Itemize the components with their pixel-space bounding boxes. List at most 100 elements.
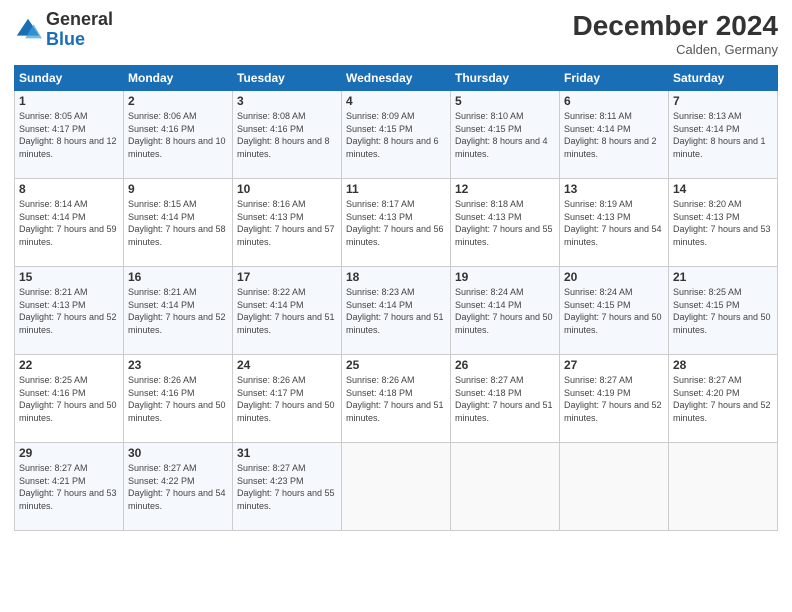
day-number: 5 [455,94,555,108]
logo-text: General Blue [46,10,113,50]
calendar-week-row: 29 Sunrise: 8:27 AMSunset: 4:21 PMDaylig… [15,443,778,531]
cell-info: Sunrise: 8:27 AMSunset: 4:20 PMDaylight:… [673,375,771,423]
day-number: 30 [128,446,228,460]
col-wednesday: Wednesday [342,66,451,91]
day-number: 25 [346,358,446,372]
day-number: 14 [673,182,773,196]
cell-info: Sunrise: 8:13 AMSunset: 4:14 PMDaylight:… [673,111,766,159]
day-number: 16 [128,270,228,284]
table-row: 19 Sunrise: 8:24 AMSunset: 4:14 PMDaylig… [451,267,560,355]
day-number: 23 [128,358,228,372]
table-row [451,443,560,531]
table-row: 18 Sunrise: 8:23 AMSunset: 4:14 PMDaylig… [342,267,451,355]
cell-info: Sunrise: 8:25 AMSunset: 4:16 PMDaylight:… [19,375,117,423]
day-number: 4 [346,94,446,108]
table-row [342,443,451,531]
table-row: 1 Sunrise: 8:05 AMSunset: 4:17 PMDayligh… [15,91,124,179]
cell-info: Sunrise: 8:26 AMSunset: 4:16 PMDaylight:… [128,375,226,423]
logo-general: General [46,9,113,29]
day-number: 6 [564,94,664,108]
day-number: 31 [237,446,337,460]
day-number: 27 [564,358,664,372]
table-row: 21 Sunrise: 8:25 AMSunset: 4:15 PMDaylig… [669,267,778,355]
cell-info: Sunrise: 8:26 AMSunset: 4:17 PMDaylight:… [237,375,335,423]
table-row: 10 Sunrise: 8:16 AMSunset: 4:13 PMDaylig… [233,179,342,267]
day-number: 11 [346,182,446,196]
calendar-table: Sunday Monday Tuesday Wednesday Thursday… [14,65,778,531]
calendar-week-row: 15 Sunrise: 8:21 AMSunset: 4:13 PMDaylig… [15,267,778,355]
cell-info: Sunrise: 8:11 AMSunset: 4:14 PMDaylight:… [564,111,657,159]
table-row: 15 Sunrise: 8:21 AMSunset: 4:13 PMDaylig… [15,267,124,355]
table-row: 9 Sunrise: 8:15 AMSunset: 4:14 PMDayligh… [124,179,233,267]
day-number: 10 [237,182,337,196]
day-number: 1 [19,94,119,108]
day-number: 8 [19,182,119,196]
table-row: 3 Sunrise: 8:08 AMSunset: 4:16 PMDayligh… [233,91,342,179]
col-friday: Friday [560,66,669,91]
cell-info: Sunrise: 8:14 AMSunset: 4:14 PMDaylight:… [19,199,117,247]
table-row: 24 Sunrise: 8:26 AMSunset: 4:17 PMDaylig… [233,355,342,443]
cell-info: Sunrise: 8:21 AMSunset: 4:14 PMDaylight:… [128,287,226,335]
table-row: 20 Sunrise: 8:24 AMSunset: 4:15 PMDaylig… [560,267,669,355]
calendar-week-row: 8 Sunrise: 8:14 AMSunset: 4:14 PMDayligh… [15,179,778,267]
cell-info: Sunrise: 8:24 AMSunset: 4:14 PMDaylight:… [455,287,553,335]
day-number: 17 [237,270,337,284]
table-row [560,443,669,531]
col-monday: Monday [124,66,233,91]
logo: General Blue [14,10,113,50]
table-row: 17 Sunrise: 8:22 AMSunset: 4:14 PMDaylig… [233,267,342,355]
table-row: 8 Sunrise: 8:14 AMSunset: 4:14 PMDayligh… [15,179,124,267]
day-number: 3 [237,94,337,108]
day-number: 12 [455,182,555,196]
cell-info: Sunrise: 8:22 AMSunset: 4:14 PMDaylight:… [237,287,335,335]
day-number: 20 [564,270,664,284]
cell-info: Sunrise: 8:10 AMSunset: 4:15 PMDaylight:… [455,111,548,159]
cell-info: Sunrise: 8:26 AMSunset: 4:18 PMDaylight:… [346,375,444,423]
col-thursday: Thursday [451,66,560,91]
calendar-week-row: 1 Sunrise: 8:05 AMSunset: 4:17 PMDayligh… [15,91,778,179]
cell-info: Sunrise: 8:18 AMSunset: 4:13 PMDaylight:… [455,199,553,247]
table-row: 29 Sunrise: 8:27 AMSunset: 4:21 PMDaylig… [15,443,124,531]
col-tuesday: Tuesday [233,66,342,91]
cell-info: Sunrise: 8:08 AMSunset: 4:16 PMDaylight:… [237,111,330,159]
day-number: 2 [128,94,228,108]
cell-info: Sunrise: 8:17 AMSunset: 4:13 PMDaylight:… [346,199,444,247]
table-row: 31 Sunrise: 8:27 AMSunset: 4:23 PMDaylig… [233,443,342,531]
title-section: December 2024 Calden, Germany [573,10,778,57]
day-number: 29 [19,446,119,460]
cell-info: Sunrise: 8:05 AMSunset: 4:17 PMDaylight:… [19,111,117,159]
cell-info: Sunrise: 8:16 AMSunset: 4:13 PMDaylight:… [237,199,335,247]
table-row: 7 Sunrise: 8:13 AMSunset: 4:14 PMDayligh… [669,91,778,179]
table-row: 27 Sunrise: 8:27 AMSunset: 4:19 PMDaylig… [560,355,669,443]
day-number: 21 [673,270,773,284]
table-row: 14 Sunrise: 8:20 AMSunset: 4:13 PMDaylig… [669,179,778,267]
cell-info: Sunrise: 8:09 AMSunset: 4:15 PMDaylight:… [346,111,439,159]
cell-info: Sunrise: 8:15 AMSunset: 4:14 PMDaylight:… [128,199,226,247]
month-title: December 2024 [573,10,778,42]
table-row: 6 Sunrise: 8:11 AMSunset: 4:14 PMDayligh… [560,91,669,179]
table-row: 30 Sunrise: 8:27 AMSunset: 4:22 PMDaylig… [124,443,233,531]
cell-info: Sunrise: 8:27 AMSunset: 4:23 PMDaylight:… [237,463,335,511]
table-row: 28 Sunrise: 8:27 AMSunset: 4:20 PMDaylig… [669,355,778,443]
cell-info: Sunrise: 8:06 AMSunset: 4:16 PMDaylight:… [128,111,226,159]
table-row: 12 Sunrise: 8:18 AMSunset: 4:13 PMDaylig… [451,179,560,267]
day-number: 26 [455,358,555,372]
table-row: 26 Sunrise: 8:27 AMSunset: 4:18 PMDaylig… [451,355,560,443]
day-number: 28 [673,358,773,372]
col-saturday: Saturday [669,66,778,91]
cell-info: Sunrise: 8:27 AMSunset: 4:22 PMDaylight:… [128,463,226,511]
table-row: 25 Sunrise: 8:26 AMSunset: 4:18 PMDaylig… [342,355,451,443]
table-row: 2 Sunrise: 8:06 AMSunset: 4:16 PMDayligh… [124,91,233,179]
logo-blue: Blue [46,29,85,49]
cell-info: Sunrise: 8:24 AMSunset: 4:15 PMDaylight:… [564,287,662,335]
col-sunday: Sunday [15,66,124,91]
calendar-header-row: Sunday Monday Tuesday Wednesday Thursday… [15,66,778,91]
table-row [669,443,778,531]
table-row: 13 Sunrise: 8:19 AMSunset: 4:13 PMDaylig… [560,179,669,267]
day-number: 19 [455,270,555,284]
page-header: General Blue December 2024 Calden, Germa… [14,10,778,57]
day-number: 7 [673,94,773,108]
cell-info: Sunrise: 8:20 AMSunset: 4:13 PMDaylight:… [673,199,771,247]
day-number: 22 [19,358,119,372]
day-number: 24 [237,358,337,372]
